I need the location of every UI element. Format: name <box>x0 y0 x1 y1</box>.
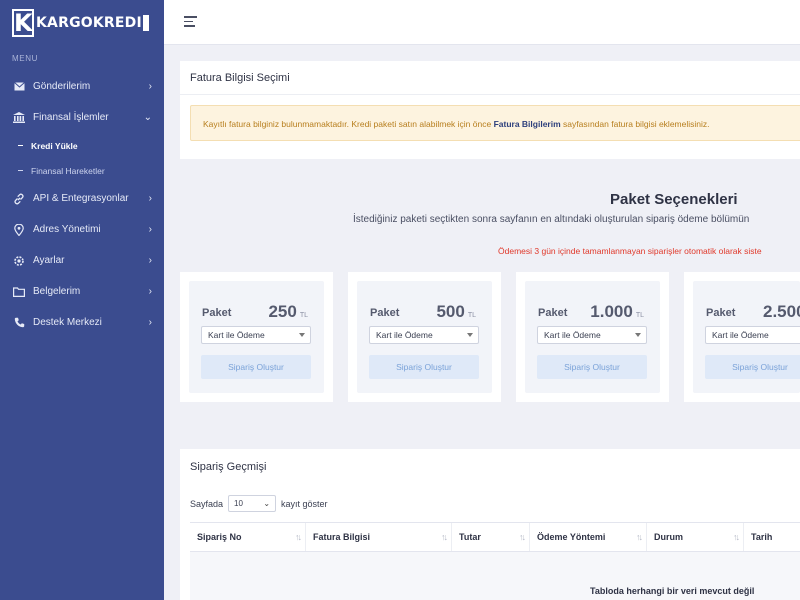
siparis-title: Sipariş Geçmişi <box>190 461 267 473</box>
envelope-icon <box>12 80 26 94</box>
folder-icon <box>12 285 26 299</box>
sidebar-item-label: Adres Yönetimi <box>33 224 101 235</box>
column-header-tutar[interactable]: Tutar ↑↓ <box>452 523 530 551</box>
sidebar-subitem-label: Finansal Hareketler <box>31 165 105 176</box>
menu-heading: MENU <box>12 54 38 63</box>
fatura-alert: Kayıtlı fatura bilginiz bulunmamaktadır.… <box>190 105 800 141</box>
sort-icon: ↑↓ <box>733 532 740 542</box>
sort-icon: ↑↓ <box>441 532 448 542</box>
package-name: Paket <box>538 307 568 319</box>
dash-icon <box>18 145 23 146</box>
chevron-down-icon: ⌄ <box>143 112 152 123</box>
page-size-select[interactable]: 10 ⌄ <box>228 495 277 512</box>
column-header-tarih[interactable]: Tarih <box>744 523 800 551</box>
package-name: Paket <box>706 307 736 319</box>
sidebar-item-api-entegrasyonlar[interactable]: API & Entegrasyonlar › <box>0 183 164 214</box>
orders-table: Sipariş No ↑↓ Fatura Bilgisi ↑↓ Tutar ↑↓ Öd… <box>190 522 800 600</box>
caret-down-icon <box>467 333 473 337</box>
package-card: Paket 500 TL Kart ile Ödeme Sipariş Oluşt… <box>348 272 501 402</box>
chevron-right-icon: › <box>148 81 152 92</box>
sidebar-item-belgelerim[interactable]: Belgelerim › <box>0 276 164 307</box>
fatura-card: Fatura Bilgisi Seçimi Kayıtlı fatura bil… <box>180 61 800 159</box>
package-price: 250 TL <box>268 302 308 321</box>
payment-method-select[interactable]: Kart ile Ödeme <box>369 326 479 344</box>
link-icon <box>12 192 26 206</box>
sidebar: K KARGOKREDI MENU Gönderilerim › Finansa… <box>0 0 164 600</box>
paket-title: Paket Seçenekleri <box>610 191 738 208</box>
sidebar-item-destek-merkezi[interactable]: Destek Merkezi › <box>0 307 164 338</box>
siparis-card: Sipariş Geçmişi Sayfada 10 ⌄ kayıt göste… <box>180 449 800 600</box>
column-header-durum[interactable]: Durum ↑↓ <box>647 523 744 551</box>
create-order-button[interactable]: Sipariş Oluştur <box>705 355 800 379</box>
currency-label: TL <box>467 312 476 319</box>
package-price: 500 TL <box>436 302 476 321</box>
hamburger-menu-icon[interactable] <box>184 16 197 27</box>
dash-icon <box>18 170 23 171</box>
empty-message: Tabloda herhangi bir veri mevcut değil <box>590 586 755 596</box>
chevron-right-icon: › <box>148 317 152 328</box>
sort-icon: ↑↓ <box>519 532 526 542</box>
bank-icon <box>12 111 26 125</box>
page-size-control: Sayfada 10 ⌄ kayıt göster <box>190 495 328 512</box>
topbar <box>164 0 800 45</box>
caret-down-icon <box>635 333 641 337</box>
sidebar-item-gonderilerim[interactable]: Gönderilerim › <box>0 71 164 102</box>
sidebar-subitem-label: Kredi Yükle <box>31 140 78 151</box>
package-card: Paket 1.000 TL Kart ile Ödeme Sipariş Olu… <box>516 272 669 402</box>
payment-method-select[interactable]: Kart ile Ödeme <box>705 326 800 344</box>
table-header: Sipariş No ↑↓ Fatura Bilgisi ↑↓ Tutar ↑↓ Öd… <box>190 522 800 552</box>
column-header-odeme-yontemi[interactable]: Ödeme Yöntemi ↑↓ <box>530 523 647 551</box>
chevron-right-icon: › <box>148 224 152 235</box>
chevron-right-icon: › <box>148 193 152 204</box>
logo-text: KARGOKREDI <box>36 15 142 31</box>
chevron-right-icon: › <box>148 286 152 297</box>
alert-text-pre: Kayıtlı fatura bilginiz bulunmamaktadır.… <box>203 119 492 129</box>
sidebar-subitem-kredi-yukle[interactable]: Kredi Yükle <box>0 133 164 158</box>
chevron-right-icon: › <box>148 255 152 266</box>
sidebar-item-ayarlar[interactable]: Ayarlar › <box>0 245 164 276</box>
currency-label: TL <box>635 312 644 319</box>
paket-subtitle: İstediğiniz paketi seçtikten sonra sayfa… <box>353 214 750 225</box>
sort-icon: ↑↓ <box>295 532 302 542</box>
sidebar-item-adres-yonetimi[interactable]: Adres Yönetimi › <box>0 214 164 245</box>
table-empty-row: Tabloda herhangi bir veri mevcut değil <box>190 552 800 600</box>
logo-letter: K <box>12 9 34 37</box>
fatura-title: Fatura Bilgisi Seçimi <box>190 72 290 84</box>
page-size-suffix: kayıt göster <box>281 498 328 509</box>
create-order-button[interactable]: Sipariş Oluştur <box>201 355 311 379</box>
sidebar-item-label: Finansal İşlemler <box>33 112 109 123</box>
column-header-siparis-no[interactable]: Sipariş No ↑↓ <box>190 523 306 551</box>
package-price: 2.500 <box>763 302 800 321</box>
package-name: Paket <box>370 307 400 319</box>
location-pin-icon <box>12 223 26 237</box>
sidebar-item-label: Belgelerim <box>33 286 81 297</box>
caret-down-icon <box>299 333 305 337</box>
package-price: 1.000 TL <box>590 302 644 321</box>
phone-icon <box>12 316 26 330</box>
sort-icon: ↑↓ <box>636 532 643 542</box>
sidebar-item-label: Gönderilerim <box>33 81 91 92</box>
brand-logo[interactable]: K KARGOKREDI <box>0 0 164 46</box>
alert-text-post: sayfasından fatura bilgisi eklemelisiniz… <box>563 119 710 129</box>
logo-tag <box>142 15 149 31</box>
sidebar-item-label: API & Entegrasyonlar <box>33 193 129 204</box>
package-card: Paket 250 TL Kart ile Ödeme Sipariş Oluşt… <box>180 272 333 402</box>
currency-label: TL <box>299 312 308 319</box>
sidebar-item-label: Destek Merkezi <box>33 317 102 328</box>
create-order-button[interactable]: Sipariş Oluştur <box>537 355 647 379</box>
page-size-prefix: Sayfada <box>190 498 224 509</box>
package-name: Paket <box>202 307 232 319</box>
create-order-button[interactable]: Sipariş Oluştur <box>369 355 479 379</box>
sidebar-item-finansal-islemler[interactable]: Finansal İşlemler ⌄ <box>0 102 164 133</box>
payment-method-select[interactable]: Kart ile Ödeme <box>201 326 311 344</box>
package-card: Paket 2.500 Kart ile Ödeme Sipariş Oluşt… <box>684 272 800 402</box>
chevron-down-icon: ⌄ <box>263 499 271 508</box>
fatura-bilgilerim-link[interactable]: Fatura Bilgilerim <box>494 119 561 129</box>
sidebar-item-label: Ayarlar <box>33 255 65 266</box>
paket-warning: Ödemesi 3 gün içinde tamamlanmayan sipar… <box>498 246 762 256</box>
sidebar-subitem-finansal-hareketler[interactable]: Finansal Hareketler <box>0 158 164 183</box>
payment-method-select[interactable]: Kart ile Ödeme <box>537 326 647 344</box>
gear-icon <box>12 254 26 268</box>
column-header-fatura-bilgisi[interactable]: Fatura Bilgisi ↑↓ <box>306 523 452 551</box>
